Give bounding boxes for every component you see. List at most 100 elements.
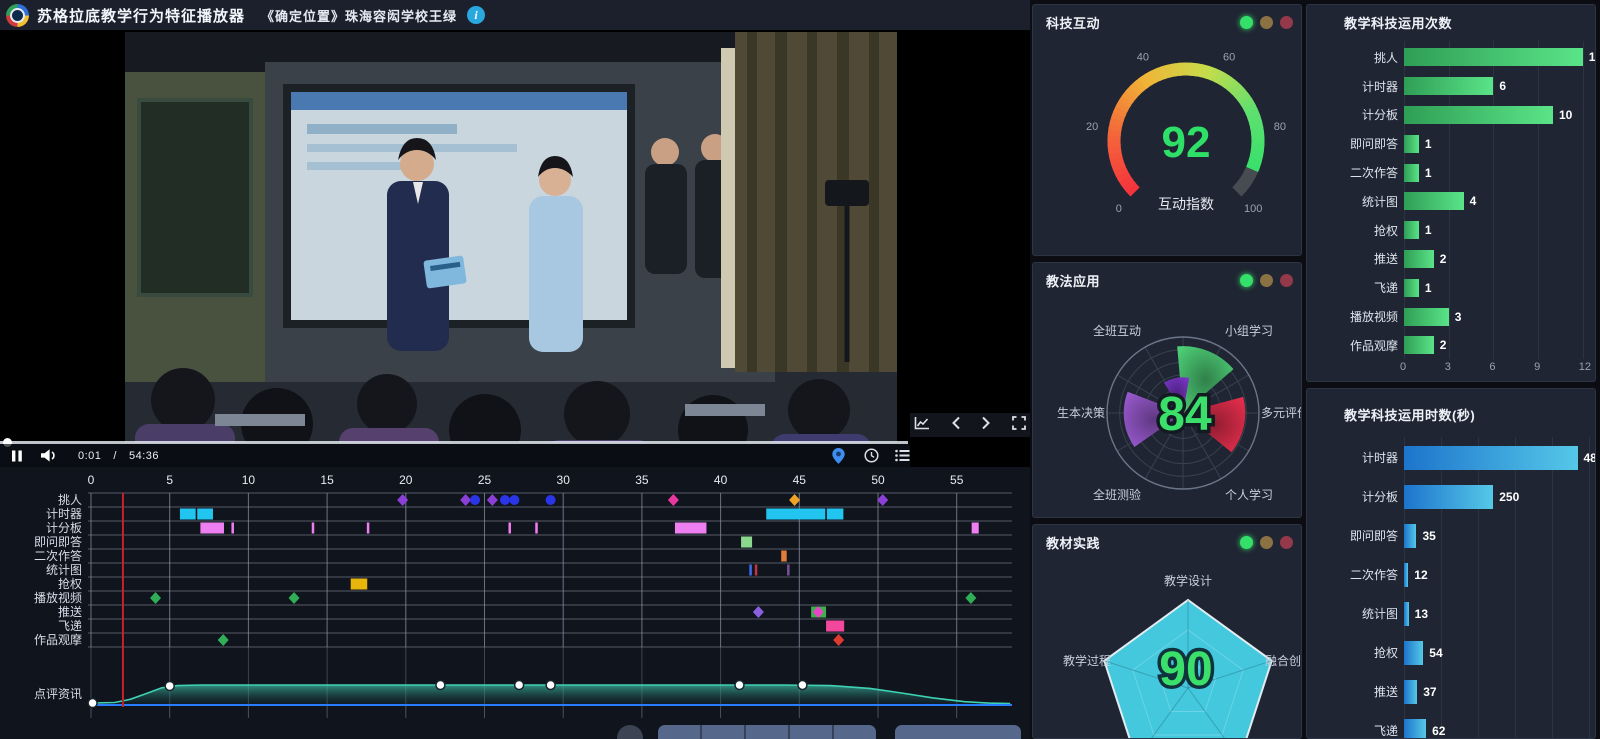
bar[interactable] bbox=[1404, 336, 1434, 354]
timeline-mark[interactable] bbox=[675, 523, 706, 534]
bar-value: 486 bbox=[1584, 451, 1597, 465]
timeline-mark[interactable] bbox=[827, 509, 844, 520]
review-data-point[interactable] bbox=[88, 699, 97, 708]
video-area[interactable]: 0:01 / 54:36 bbox=[0, 30, 1030, 467]
playlist-icon[interactable] bbox=[895, 444, 910, 467]
timeline-mark[interactable] bbox=[487, 494, 498, 506]
timeline-mark[interactable] bbox=[787, 565, 790, 576]
bar[interactable] bbox=[1404, 602, 1409, 626]
timeline-mark[interactable] bbox=[470, 495, 480, 505]
timeline-mark[interactable] bbox=[965, 592, 976, 604]
timeline-mark[interactable] bbox=[218, 634, 229, 646]
timeline-mark[interactable] bbox=[749, 565, 752, 576]
review-data-point[interactable] bbox=[165, 681, 174, 690]
bar-row: 计分板10 bbox=[1313, 101, 1587, 130]
timeline-page-buttons[interactable] bbox=[658, 725, 876, 739]
bar[interactable] bbox=[1404, 135, 1419, 153]
bar-category-label: 抢权 bbox=[1313, 644, 1398, 661]
line-chart-icon[interactable] bbox=[914, 416, 930, 435]
timeline-mark[interactable] bbox=[546, 495, 556, 505]
timeline-mark[interactable] bbox=[200, 523, 224, 534]
bar[interactable] bbox=[1404, 308, 1449, 326]
marker-pin-icon[interactable] bbox=[832, 444, 845, 467]
bar[interactable] bbox=[1404, 641, 1423, 665]
pause-button[interactable] bbox=[0, 444, 34, 467]
timeline-mark[interactable] bbox=[741, 537, 752, 548]
timeline-mark[interactable] bbox=[766, 509, 825, 520]
player-region: 苏格拉底教学行为特征播放器 《确定位置》珠海容闳学校王绿 i bbox=[0, 0, 1030, 739]
status-led[interactable] bbox=[1240, 536, 1253, 549]
timeline-mark[interactable] bbox=[789, 494, 800, 506]
timeline-mark[interactable] bbox=[781, 551, 787, 562]
timeline-mark[interactable] bbox=[367, 523, 370, 534]
bar[interactable] bbox=[1404, 48, 1583, 66]
volume-button[interactable] bbox=[34, 444, 64, 467]
review-data-point[interactable] bbox=[515, 681, 524, 690]
timeline-mark[interactable] bbox=[460, 494, 471, 506]
timeline-mark[interactable] bbox=[397, 494, 408, 506]
info-icon[interactable]: i bbox=[467, 6, 485, 24]
status-led[interactable] bbox=[1280, 16, 1293, 29]
status-led[interactable] bbox=[1280, 274, 1293, 287]
review-data-point[interactable] bbox=[546, 681, 555, 690]
fullscreen-icon[interactable] bbox=[1012, 416, 1026, 435]
timeline-mark[interactable] bbox=[180, 509, 196, 520]
bar[interactable] bbox=[1404, 279, 1419, 297]
bar[interactable] bbox=[1404, 77, 1493, 95]
bar[interactable] bbox=[1404, 106, 1553, 124]
timeline-mark[interactable] bbox=[755, 565, 758, 576]
review-data-point[interactable] bbox=[735, 681, 744, 690]
status-led[interactable] bbox=[1240, 16, 1253, 29]
status-led[interactable] bbox=[1260, 536, 1273, 549]
timeline-mark[interactable] bbox=[509, 495, 519, 505]
timeline-mark[interactable] bbox=[877, 494, 888, 506]
timeline-row-label: 统计图 bbox=[46, 563, 82, 577]
timeline-mark[interactable] bbox=[508, 523, 511, 534]
chevron-left-icon[interactable] bbox=[951, 416, 961, 435]
timeline-range-button[interactable] bbox=[895, 725, 1021, 739]
bar-row: 播放视频3 bbox=[1313, 302, 1587, 331]
status-led[interactable] bbox=[1260, 16, 1273, 29]
bar[interactable] bbox=[1404, 485, 1493, 509]
clock-icon[interactable] bbox=[864, 444, 879, 467]
bar[interactable] bbox=[1404, 250, 1434, 268]
status-led-group[interactable] bbox=[1240, 536, 1293, 549]
timeline-mark[interactable] bbox=[668, 494, 679, 506]
bar-value: 4 bbox=[1470, 194, 1477, 208]
status-led[interactable] bbox=[1280, 536, 1293, 549]
timeline-mark[interactable] bbox=[753, 606, 764, 618]
bar[interactable] bbox=[1404, 524, 1416, 548]
status-led-group[interactable] bbox=[1240, 16, 1293, 29]
timeline-mark[interactable] bbox=[500, 495, 510, 505]
timeline-row-label: 二次作答 bbox=[34, 548, 82, 563]
x-axis-tick-label: 6 bbox=[1489, 361, 1495, 373]
status-led[interactable] bbox=[1260, 274, 1273, 287]
timeline-mark[interactable] bbox=[312, 523, 315, 534]
bar-value: 62 bbox=[1432, 724, 1445, 738]
status-led[interactable] bbox=[1240, 274, 1253, 287]
timeline-mark[interactable] bbox=[826, 621, 844, 632]
time-separator: / bbox=[113, 450, 117, 462]
bar[interactable] bbox=[1404, 680, 1417, 704]
timeline-mark[interactable] bbox=[833, 634, 844, 646]
bar[interactable] bbox=[1404, 719, 1426, 739]
bar[interactable] bbox=[1404, 192, 1464, 210]
timeline-mark[interactable] bbox=[231, 523, 234, 534]
timeline-mark[interactable] bbox=[289, 592, 300, 604]
timeline-mark[interactable] bbox=[351, 579, 368, 590]
bar[interactable] bbox=[1404, 164, 1419, 182]
bar[interactable] bbox=[1404, 221, 1419, 239]
behavior-timeline[interactable]: 0510152025303540455055挑人计时器计分板即问即答二次作答统计… bbox=[0, 467, 1030, 739]
timeline-row-label: 飞递 bbox=[58, 619, 82, 633]
bar[interactable] bbox=[1404, 446, 1578, 470]
timeline-mark[interactable] bbox=[972, 523, 979, 534]
status-led-group[interactable] bbox=[1240, 274, 1293, 287]
chevron-right-icon[interactable] bbox=[981, 416, 991, 435]
timeline-mark[interactable] bbox=[150, 592, 161, 604]
review-data-point[interactable] bbox=[798, 681, 807, 690]
timeline-mark[interactable] bbox=[197, 509, 213, 520]
bar[interactable] bbox=[1404, 563, 1408, 587]
rose-axis-label: 生本决策 bbox=[1057, 406, 1105, 420]
review-data-point[interactable] bbox=[436, 681, 445, 690]
timeline-mark[interactable] bbox=[535, 523, 538, 534]
